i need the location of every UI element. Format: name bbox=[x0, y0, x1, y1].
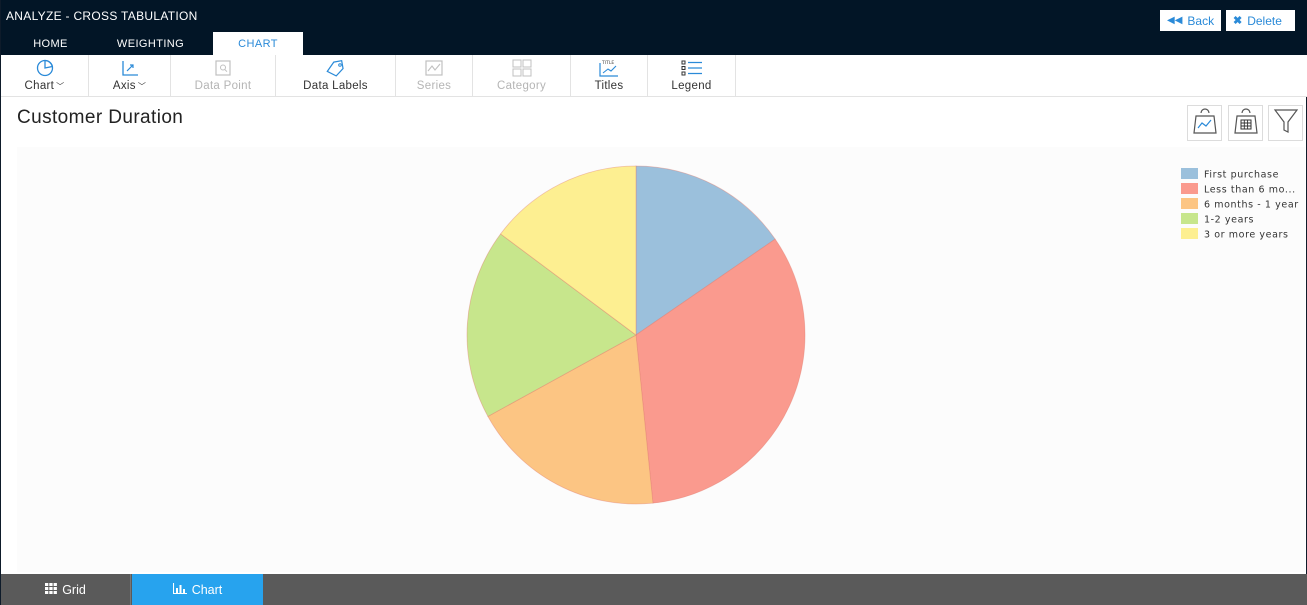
ribbon-legend-button[interactable]: Legend bbox=[648, 55, 736, 97]
legend-label: 1-2 years bbox=[1204, 215, 1254, 226]
legend-swatch bbox=[1181, 198, 1198, 209]
ribbon-data-labels-button[interactable]: Data Labels bbox=[276, 55, 396, 97]
chevron-down-icon: ﹀ bbox=[56, 82, 65, 91]
back-button[interactable]: ◀◀ Back bbox=[1160, 10, 1221, 31]
legend-item[interactable]: Less than 6 mo... bbox=[1181, 183, 1296, 196]
chevron-down-icon: ﹀ bbox=[137, 82, 147, 91]
legend-item[interactable]: First purchase bbox=[1181, 168, 1279, 181]
delete-button-label: Delete bbox=[1247, 13, 1282, 28]
chart-area: First purchase Less than 6 mo... 6 months … bbox=[17, 147, 1305, 572]
tab-chart[interactable]: CHART bbox=[213, 32, 303, 55]
series-icon bbox=[423, 58, 445, 78]
grid-view-label: Grid bbox=[62, 582, 86, 597]
legend-label: First purchase bbox=[1204, 170, 1279, 181]
top-header: ANALYZE - CROSS TABULATION ◀◀ Back ✖ Del… bbox=[1, 0, 1307, 55]
tab-home[interactable]: HOME bbox=[13, 32, 88, 55]
ribbon-chart-button[interactable]: Chart ﹀ bbox=[1, 55, 89, 97]
delete-button[interactable]: ✖ Delete bbox=[1226, 10, 1295, 31]
legend-item[interactable]: 1-2 years bbox=[1181, 213, 1254, 226]
export-table-icon bbox=[1233, 107, 1259, 140]
legend-label: Less than 6 mo... bbox=[1204, 185, 1296, 196]
ribbon-series-label: Series bbox=[416, 80, 452, 92]
legend-list-icon bbox=[681, 58, 703, 78]
pie-chart: First purchase Less than 6 mo... 6 months … bbox=[466, 165, 1299, 505]
category-grid-icon bbox=[511, 58, 533, 78]
close-icon: ✖ bbox=[1233, 15, 1243, 27]
legend-label: 6 months - 1 year bbox=[1204, 200, 1299, 211]
legend-swatch bbox=[1181, 228, 1198, 239]
ribbon-titles-label: Titles bbox=[594, 80, 624, 92]
export-table-button[interactable] bbox=[1228, 105, 1263, 141]
ribbon-category-label: Category bbox=[496, 80, 547, 92]
legend-label: 3 or more years bbox=[1204, 230, 1289, 241]
ribbon-data-point-button[interactable]: Data Point bbox=[171, 55, 276, 97]
legend-swatch bbox=[1181, 168, 1198, 179]
bottom-view-bar: Grid Chart bbox=[1, 574, 1307, 605]
bar-chart-icon bbox=[172, 582, 187, 597]
svg-text:TITLE: TITLE bbox=[601, 60, 614, 66]
grid-icon bbox=[45, 582, 58, 597]
double-left-arrow-icon: ◀◀ bbox=[1167, 15, 1183, 26]
app-window: ANALYZE - CROSS TABULATION ◀◀ Back ✖ Del… bbox=[0, 0, 1307, 605]
legend-swatch bbox=[1181, 183, 1198, 194]
ribbon-category-button[interactable]: Category bbox=[473, 55, 571, 97]
page-title: Customer Duration bbox=[17, 107, 184, 128]
legend-item[interactable]: 6 months - 1 year bbox=[1181, 198, 1299, 211]
ribbon-series-button[interactable]: Series bbox=[396, 55, 473, 97]
ribbon-legend-label: Legend bbox=[671, 80, 712, 92]
legend-swatch bbox=[1181, 213, 1198, 224]
export-chart-button[interactable] bbox=[1187, 105, 1222, 141]
filter-icon bbox=[1273, 107, 1299, 140]
ribbon-axis-label: Axis bbox=[112, 80, 136, 92]
pie-chart-icon bbox=[34, 58, 56, 78]
chart-view-label: Chart bbox=[191, 582, 223, 597]
chart-view-tab[interactable]: Chart bbox=[132, 574, 263, 605]
tab-weighting[interactable]: WEIGHTING bbox=[88, 32, 213, 55]
ribbon-chart-label: Chart bbox=[24, 80, 55, 92]
data-point-icon bbox=[212, 58, 234, 78]
app-title: ANALYZE - CROSS TABULATION bbox=[6, 9, 198, 23]
legend-item[interactable]: 3 or more years bbox=[1181, 228, 1289, 241]
ribbon-data-point-label: Data Point bbox=[194, 80, 252, 92]
grid-view-tab[interactable]: Grid bbox=[1, 574, 131, 605]
filter-button[interactable] bbox=[1268, 105, 1303, 141]
titles-icon: TITLE bbox=[598, 58, 620, 78]
chart-ribbon: Chart ﹀ Axis ﹀ Data Point Data Labels Seri… bbox=[1, 55, 1307, 97]
back-button-label: Back bbox=[1187, 13, 1215, 28]
tag-icon bbox=[325, 58, 347, 78]
ribbon-axis-button[interactable]: Axis ﹀ bbox=[89, 55, 171, 97]
axis-icon bbox=[119, 58, 141, 78]
ribbon-titles-button[interactable]: TITLE Titles bbox=[571, 55, 648, 97]
main-tabs: HOME WEIGHTING CHART bbox=[13, 32, 303, 55]
export-chart-icon bbox=[1192, 107, 1218, 140]
ribbon-data-labels-label: Data Labels bbox=[303, 80, 368, 92]
